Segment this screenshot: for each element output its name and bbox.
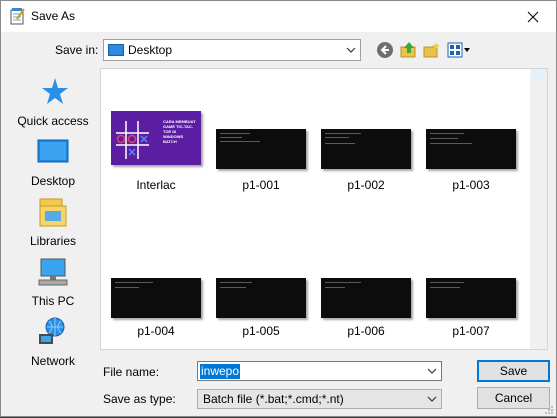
cancel-button[interactable]: Cancel (477, 387, 550, 409)
save-in-dropdown[interactable]: Desktop (103, 39, 361, 61)
file-name: p1-005 (242, 324, 280, 338)
file-thumbnail (216, 278, 306, 318)
file-name-value: inwepo (200, 363, 241, 379)
place-this-pc[interactable]: This PC (10, 256, 96, 316)
back-arrow-icon[interactable] (375, 40, 395, 60)
save-in-value: Desktop (128, 43, 173, 57)
window-title: Save As (31, 9, 76, 23)
file-thumbnail (321, 129, 411, 169)
computer-icon (37, 256, 69, 288)
view-menu-icon[interactable] (446, 40, 472, 60)
resize-grip-icon[interactable] (544, 404, 554, 414)
file-list[interactable]: CARA MEMBUAT GAME TIC-TAC-TOE DI WINDOWS… (100, 68, 548, 350)
place-label: Libraries (29, 234, 77, 248)
file-name: p1-007 (452, 324, 490, 338)
place-label: Network (30, 354, 75, 368)
star-icon (37, 76, 69, 108)
vertical-scrollbar[interactable] (530, 69, 547, 349)
network-icon (37, 316, 69, 348)
place-label: This PC (31, 294, 75, 308)
save-type-value: Batch file (*.bat;*.cmd;*.nt) (203, 392, 344, 406)
save-button[interactable]: Save (477, 360, 550, 382)
file-name-input[interactable]: inwepo (197, 361, 442, 381)
file-thumbnail (426, 129, 516, 169)
file-name: Interlac (136, 178, 176, 192)
file-thumbnail: CARA MEMBUAT GAME TIC-TAC-TOE DI WINDOWS… (111, 111, 201, 165)
save-type-label: Save as type: (103, 392, 176, 406)
file-name: p1-003 (452, 178, 490, 192)
close-icon (527, 11, 539, 22)
up-folder-icon[interactable] (398, 40, 418, 60)
file-thumbnail (111, 278, 201, 318)
file-name: p1-002 (347, 178, 385, 192)
file-name: p1-001 (242, 178, 280, 192)
desktop-folder-icon (108, 44, 124, 56)
place-desktop[interactable]: Desktop (10, 136, 96, 196)
close-button[interactable] (510, 1, 556, 32)
notepad-icon (9, 7, 27, 25)
thumbnail-caption: CARA MEMBUAT GAME TIC-TAC-TOE DI WINDOWS… (163, 119, 196, 144)
file-name-label: File name: (103, 365, 160, 379)
place-quick-access[interactable]: Quick access (10, 76, 96, 136)
place-libraries[interactable]: Libraries (10, 196, 96, 256)
save-type-dropdown[interactable]: Batch file (*.bat;*.cmd;*.nt) (197, 389, 442, 409)
file-thumbnail (321, 278, 411, 318)
title-bar: Save As (1, 1, 556, 32)
chevron-down-icon (342, 40, 360, 60)
file-thumbnail (426, 278, 516, 318)
file-name: p1-006 (347, 324, 385, 338)
file-name: p1-004 (137, 324, 175, 338)
libraries-icon (37, 196, 69, 228)
save-in-label: Save in: (55, 43, 99, 57)
place-network[interactable]: Network (10, 316, 96, 376)
file-thumbnail (216, 129, 306, 169)
place-label: Quick access (17, 114, 89, 128)
place-label: Desktop (30, 174, 76, 188)
chevron-down-icon[interactable] (423, 362, 441, 380)
places-bar: Quick access Desktop Libraries This PC N… (10, 68, 96, 375)
save-as-dialog: Save As Save in: Desktop Quick access De… (0, 0, 557, 417)
new-folder-icon[interactable] (421, 40, 441, 60)
chevron-down-icon (423, 390, 441, 408)
desktop-icon (37, 136, 69, 168)
scrollbar-thumb[interactable] (531, 69, 546, 81)
